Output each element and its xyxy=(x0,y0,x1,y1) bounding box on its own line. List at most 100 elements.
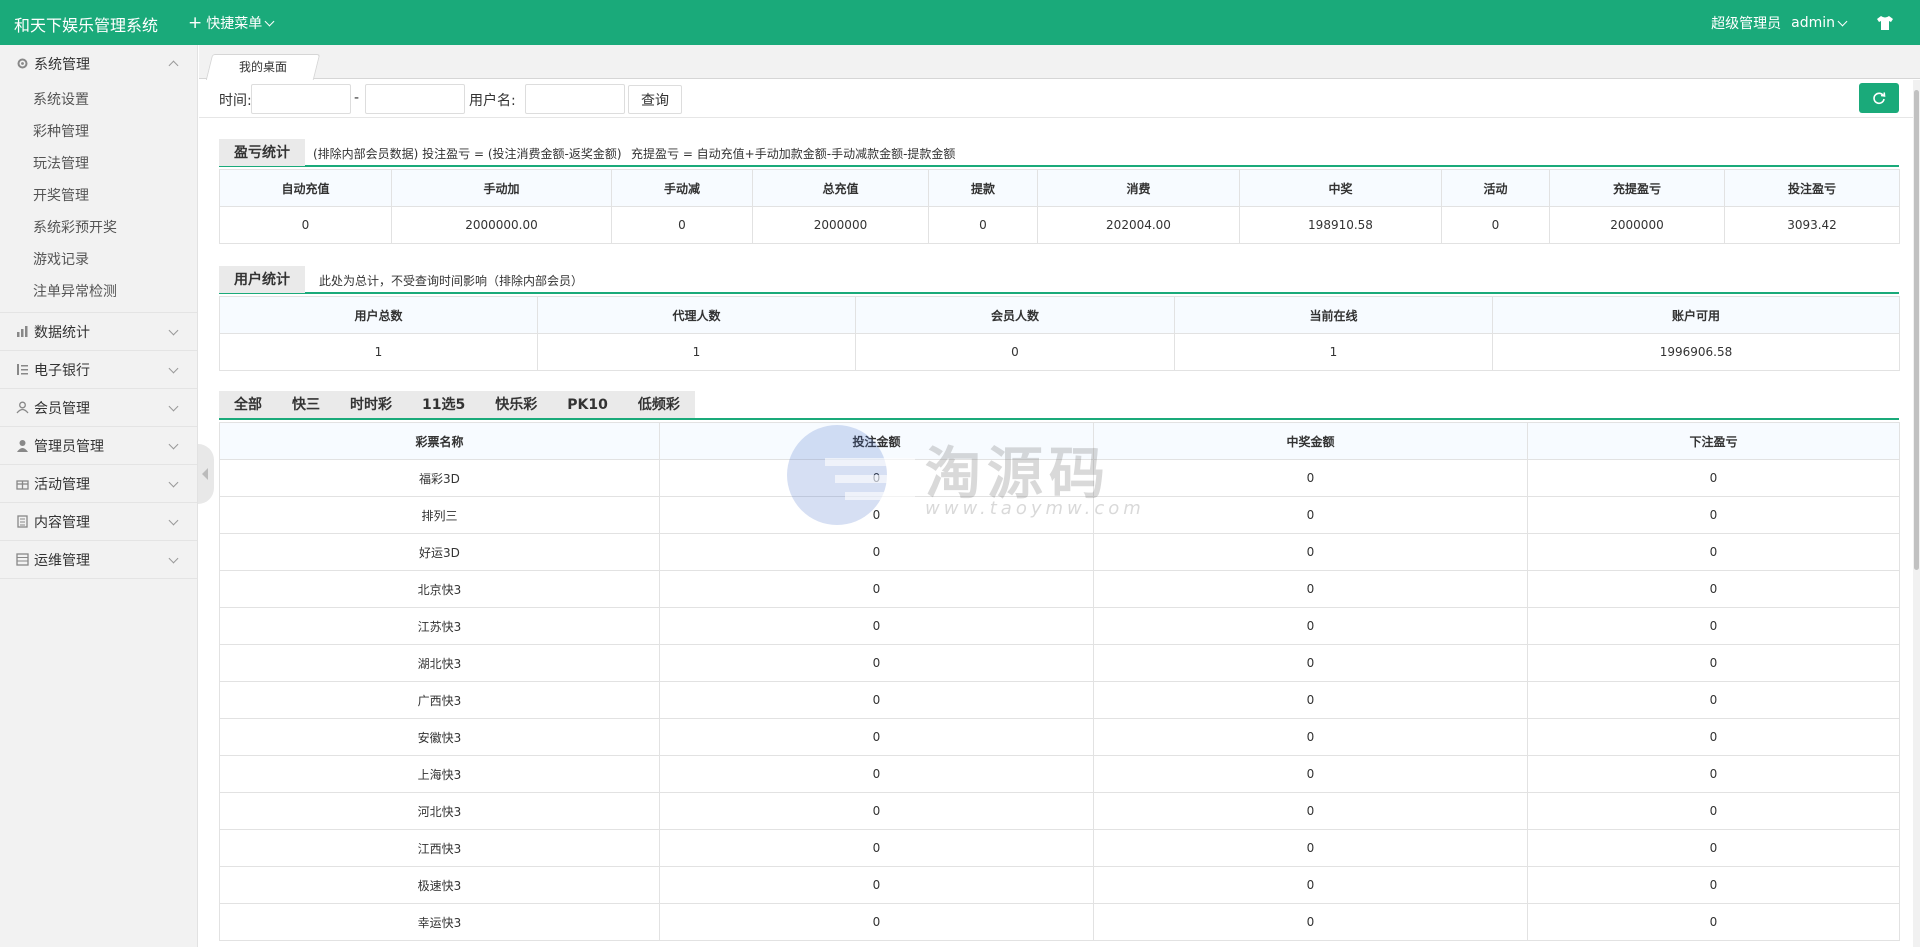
sidebar-item-play-types[interactable]: 玩法管理 xyxy=(0,148,197,180)
user-value-cell: 1996906.58 xyxy=(1492,333,1900,371)
server-icon xyxy=(16,553,29,566)
lottery-cell: 上海快3 xyxy=(219,755,660,793)
lottery-cell: 0 xyxy=(1093,866,1528,904)
lottery-cell: 0 xyxy=(1093,718,1528,756)
lottery-tab[interactable]: 快乐彩 xyxy=(480,391,552,418)
user-section-head: 用户统计 此处为总计，不受查询时间影响（排除内部会员） xyxy=(219,266,1899,294)
nav-group-content: 内容管理 xyxy=(0,503,197,541)
lottery-tab[interactable]: 11选5 xyxy=(407,391,480,418)
sidebar-item-system-predraw[interactable]: 系统彩预开奖 xyxy=(0,212,197,244)
lottery-cell: 福彩3D xyxy=(219,459,660,497)
profit-header-cell: 提款 xyxy=(928,169,1038,207)
lottery-cell: 0 xyxy=(1093,644,1528,682)
lottery-tab[interactable]: 全部 xyxy=(219,391,277,418)
refresh-button[interactable] xyxy=(1859,83,1899,113)
profit-header-cell: 充提盈亏 xyxy=(1549,169,1725,207)
lottery-header-cell: 彩票名称 xyxy=(219,422,660,460)
lottery-cell: 广西快3 xyxy=(219,681,660,719)
end-date-input[interactable] xyxy=(365,84,465,114)
lottery-cell: 0 xyxy=(659,644,1094,682)
user-header-cell: 会员人数 xyxy=(855,296,1175,334)
nav-label: 系统管理 xyxy=(34,56,90,73)
query-button[interactable]: 查询 xyxy=(628,85,682,114)
lottery-cell: 江西快3 xyxy=(219,829,660,867)
lottery-tab[interactable]: 低频彩 xyxy=(623,391,695,418)
chevron-down-icon xyxy=(168,553,179,564)
lottery-tab[interactable]: PK10 xyxy=(552,391,623,418)
lottery-cell: 0 xyxy=(1093,903,1528,941)
table-row: 湖北快3 0 0 0 xyxy=(219,644,1900,682)
lottery-cell: 0 xyxy=(659,792,1094,830)
user-value-cell: 1 xyxy=(1174,333,1493,371)
profit-value-cell: 2000000 xyxy=(752,206,929,244)
sidebar-item-game-records[interactable]: 游戏记录 xyxy=(0,244,197,276)
table-row: 排列三 0 0 0 xyxy=(219,496,1900,534)
lottery-cell: 0 xyxy=(1527,644,1900,682)
user-value-cell: 1 xyxy=(219,333,538,371)
lottery-cell: 0 xyxy=(1527,496,1900,534)
chevron-down-icon xyxy=(168,515,179,526)
nav-head-ops[interactable]: 运维管理 xyxy=(0,541,197,578)
quick-menu-button[interactable]: + 快捷菜单 xyxy=(188,13,275,33)
table-row: 江西快3 0 0 0 xyxy=(219,829,1900,867)
profit-header-cell: 消费 xyxy=(1037,169,1240,207)
lottery-cell: 安徽快3 xyxy=(219,718,660,756)
tab-my-desktop[interactable]: 我的桌面 xyxy=(205,54,321,80)
user-value-row: 1 1 0 1 1996906.58 xyxy=(219,333,1900,371)
lottery-cell: 0 xyxy=(1093,533,1528,571)
plus-icon: + xyxy=(188,13,203,33)
nav-head-admins[interactable]: 管理员管理 xyxy=(0,427,197,464)
nav-group-activities: 活动管理 xyxy=(0,465,197,503)
lottery-table: 彩票名称 投注金额 中奖金额 下注盈亏 福彩3D 0 0 0 排列三 0 0 0 好运3D 0 0 0 北京快… xyxy=(219,422,1900,941)
lottery-cell: 0 xyxy=(1527,718,1900,756)
nav-head-members[interactable]: 会员管理 xyxy=(0,389,197,426)
lottery-cell: 0 xyxy=(659,570,1094,608)
lottery-cell: 0 xyxy=(659,866,1094,904)
chevron-down-icon xyxy=(168,401,179,412)
table-row: 好运3D 0 0 0 xyxy=(219,533,1900,571)
nav-group-stats: 数据统计 xyxy=(0,313,197,351)
table-row: 河北快3 0 0 0 xyxy=(219,792,1900,830)
lottery-cell: 0 xyxy=(659,459,1094,497)
sidebar-item-system-settings[interactable]: 系统设置 xyxy=(0,84,197,116)
sidebar-item-draw-management[interactable]: 开奖管理 xyxy=(0,180,197,212)
username-label: 用户名: xyxy=(469,93,516,109)
chevron-up-icon xyxy=(168,60,179,71)
lottery-cell: 幸运快3 xyxy=(219,903,660,941)
nav-head-ebank[interactable]: 电子银行 xyxy=(0,351,197,388)
sidebar-item-lottery-types[interactable]: 彩种管理 xyxy=(0,116,197,148)
lottery-tab[interactable]: 时时彩 xyxy=(335,391,407,418)
sidebar-item-bet-anomaly[interactable]: 注单异常检测 xyxy=(0,276,197,308)
app-title: 和天下娱乐管理系统 xyxy=(14,16,159,35)
skin-icon[interactable] xyxy=(1876,15,1894,31)
nav-head-system[interactable]: 系统管理 xyxy=(0,45,197,82)
lottery-cell: 0 xyxy=(659,755,1094,793)
user-header-row: 用户总数 代理人数 会员人数 当前在线 账户可用 xyxy=(219,296,1900,334)
user-value-cell: 0 xyxy=(855,333,1175,371)
nav-label: 电子银行 xyxy=(34,362,90,379)
lottery-cell: 0 xyxy=(659,681,1094,719)
main-content: 时间: - 用户名: 查询 盈亏统计 (排除内部会员数据) 投注盈亏 = (投注… xyxy=(199,80,1913,947)
user-menu[interactable]: admin xyxy=(1791,15,1848,31)
lottery-tab[interactable]: 快三 xyxy=(277,391,335,418)
nav-head-activities[interactable]: 活动管理 xyxy=(0,465,197,502)
nav-head-content[interactable]: 内容管理 xyxy=(0,503,197,540)
profit-value-cell: 202004.00 xyxy=(1037,206,1240,244)
lottery-cell: 0 xyxy=(1093,570,1528,608)
username-input[interactable] xyxy=(525,84,625,114)
profit-value-cell: 0 xyxy=(219,206,392,244)
lottery-cell: 0 xyxy=(659,607,1094,645)
lottery-cell: 0 xyxy=(659,829,1094,867)
table-row: 上海快3 0 0 0 xyxy=(219,755,1900,793)
lottery-cell: 0 xyxy=(659,496,1094,534)
nav-head-stats[interactable]: 数据统计 xyxy=(0,313,197,350)
scrollbar-thumb[interactable] xyxy=(1914,90,1919,570)
table-row: 广西快3 0 0 0 xyxy=(219,681,1900,719)
user-section-note: 此处为总计，不受查询时间影响（排除内部会员） xyxy=(319,274,584,288)
profit-table: 自动充值 手动加 手动减 总充值 提款 消费 中奖 活动 充提盈亏 投注盈亏 0 2000000.0… xyxy=(219,169,1900,244)
admin-icon xyxy=(17,440,28,452)
lottery-cell: 极速快3 xyxy=(219,866,660,904)
page-scrollbar[interactable] xyxy=(1913,80,1920,947)
start-date-input[interactable] xyxy=(251,84,351,114)
document-icon xyxy=(17,515,28,528)
